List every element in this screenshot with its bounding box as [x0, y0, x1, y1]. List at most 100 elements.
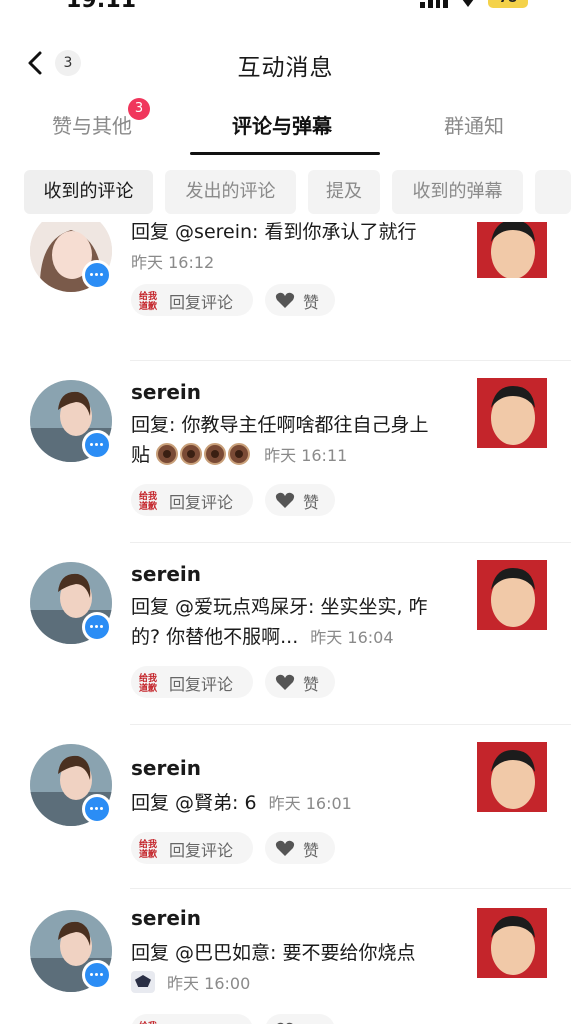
like-button[interactable]: 赞 [265, 1014, 335, 1024]
page-title: 互动消息 [237, 55, 334, 81]
heart-icon [275, 292, 295, 308]
like-button[interactable]: 赞 [265, 484, 335, 516]
like-label: 赞 [303, 493, 320, 512]
like-button[interactable]: 赞 [265, 666, 335, 698]
reply-label: 回复评论 [169, 841, 234, 860]
reply-comment-button[interactable]: 给我道歉 回复评论 [131, 832, 253, 864]
reply-comment-button[interactable]: 给我道歉 回复评论 [131, 1014, 253, 1024]
tab-likes-and-others[interactable]: 赞与其他 [52, 110, 132, 139]
like-label: 赞 [303, 1019, 319, 1024]
comment-text: 回复 @賢弟: 6 昨天 16:01 [131, 788, 451, 819]
reply-label: 回复评论 [169, 675, 234, 694]
tab-bar: 赞与其他 3 评论与弹幕 群通知 [0, 98, 571, 158]
comment-icon [82, 960, 112, 990]
signal-icon [420, 0, 448, 8]
comment-icon [82, 430, 112, 460]
comment-text: 回复: 你教导主任啊啥都往自己身上贴 昨天 16:11 [131, 410, 431, 471]
apology-sticker-icon: 给我道歉 [139, 290, 157, 311]
like-label: 赞 [303, 675, 320, 694]
svg-text:给我: 给我 [139, 290, 157, 302]
svg-text:道歉: 道歉 [139, 682, 157, 693]
dog-face-emoji [228, 443, 251, 465]
comment-icon [82, 260, 112, 290]
comment-time: 昨天 16:11 [264, 446, 348, 465]
heart-icon [275, 674, 295, 690]
svg-text:给我: 给我 [139, 672, 157, 684]
comment-body: 回复 @serein: 看到你承认了就行 [131, 222, 417, 243]
heart-icon [275, 840, 295, 856]
list-item[interactable]: serein 回复 @爱玩点鸡屎牙: 坐实坐实, 咋的? 你替他不服啊... 昨… [0, 554, 571, 729]
reply-label: 回复评论 [169, 293, 234, 312]
comment-text: 回复 @巴巴如意: 要不要给你烧点 昨天 16:00 [131, 938, 441, 999]
tab-label: 评论与弹幕 [232, 114, 332, 138]
reply-comment-button[interactable]: 给我道歉 回复评论 [131, 666, 253, 698]
comment-time: 昨天 16:01 [268, 794, 352, 813]
dog-face-emoji [156, 443, 179, 465]
comment-text: 回复 @爱玩点鸡屎牙: 坐实坐实, 咋的? 你替他不服啊... 昨天 16:04 [131, 592, 441, 653]
status-time: 19:11 [66, 0, 136, 12]
svg-text:给我: 给我 [139, 838, 157, 850]
username[interactable]: serein [131, 562, 201, 586]
comment-time: 昨天 16:12 [131, 253, 215, 272]
apology-sticker-icon: 给我道歉 [139, 838, 157, 859]
list-item[interactable]: serein 回复: 你教导主任啊啥都往自己身上贴 昨天 16:11 给我 道歉 … [0, 372, 571, 547]
tab-badge: 3 [128, 98, 150, 120]
video-thumbnail[interactable] [477, 908, 547, 978]
comment-time: 昨天 16:04 [310, 628, 394, 647]
reply-label: 回复评论 [169, 493, 234, 512]
filter-chips: 收到的评论 发出的评论 提及 收到的弹幕 [0, 170, 571, 214]
filter-sent-comments[interactable]: 发出的评论 [165, 170, 296, 214]
video-thumbnail[interactable] [477, 222, 547, 278]
like-label: 赞 [303, 841, 320, 860]
divider [130, 724, 571, 725]
comment-icon [82, 794, 112, 824]
svg-text:给我: 给我 [139, 490, 157, 502]
divider [130, 888, 571, 889]
message-list: 回复 @serein: 看到你承认了就行 昨天 16:12 给我 道歉 回复评论 … [0, 222, 571, 1024]
comment-time: 昨天 16:00 [167, 974, 251, 993]
svg-text:道歉: 道歉 [139, 500, 157, 511]
list-item[interactable]: serein 回复 @巴巴如意: 要不要给你烧点 昨天 16:00 给我道歉 回… [0, 902, 571, 1024]
video-thumbnail[interactable] [477, 378, 547, 448]
list-item[interactable]: 回复 @serein: 看到你承认了就行 昨天 16:12 给我 道歉 回复评论 … [0, 222, 571, 362]
username[interactable]: serein [131, 380, 201, 404]
video-thumbnail[interactable] [477, 742, 547, 812]
apology-sticker-icon: 给我道歉 [139, 672, 157, 693]
dog-face-emoji [204, 443, 227, 465]
heart-icon [275, 492, 295, 508]
apology-sticker-icon: 给我道歉 [139, 490, 157, 511]
username[interactable]: serein [131, 906, 201, 930]
dog-face-emoji [180, 443, 203, 465]
divider [130, 542, 571, 543]
tab-label: 赞与其他 [52, 114, 132, 138]
svg-text:道歉: 道歉 [139, 848, 157, 859]
filter-mentions[interactable]: 提及 [308, 170, 380, 214]
filter-received-danmaku[interactable]: 收到的弹幕 [392, 170, 523, 214]
reply-label: 回复评论 [169, 1019, 233, 1024]
tab-comments-and-danmaku[interactable]: 评论与弹幕 [232, 110, 332, 139]
divider [130, 360, 571, 361]
reply-comment-button[interactable]: 给我道歉 回复评论 [131, 484, 253, 516]
like-button[interactable]: 赞 [265, 284, 335, 316]
reply-comment-button[interactable]: 给我道歉 回复评论 [131, 284, 253, 316]
svg-text:给我: 给我 [139, 1020, 157, 1024]
apology-sticker-icon: 给我道歉 [139, 1020, 157, 1024]
active-tab-indicator [190, 152, 380, 155]
tab-label: 群通知 [444, 114, 504, 138]
comment-body: 回复 @巴巴如意: 要不要给你烧点 [131, 942, 416, 964]
emoji-sticker-icon [131, 971, 155, 993]
like-button[interactable]: 赞 [265, 832, 335, 864]
like-label: 赞 [303, 293, 320, 312]
comment-icon [82, 612, 112, 642]
status-bar: 19:11 78 [0, 0, 571, 12]
filter-received-comments[interactable]: 收到的评论 [24, 170, 153, 214]
header: 3 互动消息 [0, 40, 571, 86]
wifi-icon [460, 0, 476, 7]
filter-more[interactable] [535, 170, 571, 214]
tab-group-notifications[interactable]: 群通知 [444, 110, 504, 139]
comment-text: 回复 @serein: 看到你承认了就行 昨天 16:12 [131, 222, 446, 278]
list-item[interactable]: serein 回复 @賢弟: 6 昨天 16:01 给我 道歉 回复评论 赞 [0, 736, 571, 886]
video-thumbnail[interactable] [477, 560, 547, 630]
username[interactable]: serein [131, 756, 201, 780]
svg-text:道歉: 道歉 [139, 300, 157, 311]
